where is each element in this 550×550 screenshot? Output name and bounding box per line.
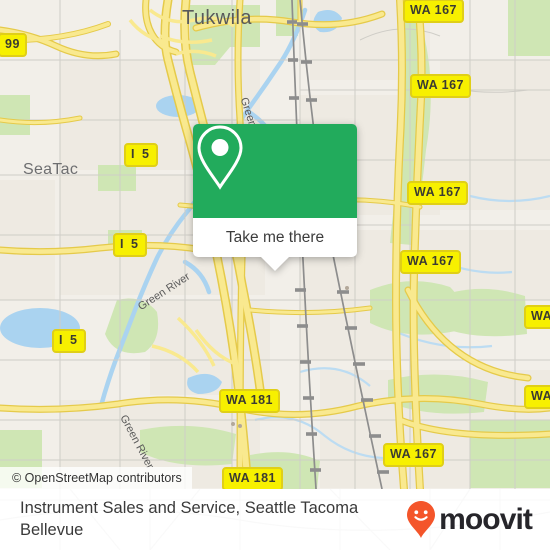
map-pin-icon [197,125,243,190]
moovit-smiley-pin-icon [407,500,436,538]
screenshot-root: Tukwila SeaTac Green Green River Green R… [0,0,550,550]
highway-shield-wa-right-2[interactable]: WA [524,385,550,409]
map-canvas[interactable]: Tukwila SeaTac Green Green River Green R… [0,0,550,489]
destination-popup-card[interactable]: Take me there [193,124,357,271]
footer-bar: Instrument Sales and Service, Seattle Ta… [0,489,550,550]
take-me-there-label: Take me there [225,228,325,246]
highway-shield-wa181-2[interactable]: WA 181 [222,467,284,489]
highway-shield-i5-2[interactable]: I 5 [113,233,147,257]
highway-shield-wa-right-1[interactable]: WA [524,305,550,329]
highway-shield-i5-1[interactable]: I 5 [124,143,158,167]
popup-card-footer[interactable]: Take me there [193,218,357,257]
osm-attribution[interactable]: © OpenStreetMap contributors [0,467,192,489]
highway-shield-wa167-1[interactable]: WA 167 [403,0,465,23]
popup-card-tail [261,257,289,271]
moovit-wordmark: moovit [439,502,533,536]
highway-shield-wa167-2[interactable]: WA 167 [410,74,472,98]
place-title: Instrument Sales and Service, Seattle Ta… [20,499,359,539]
highway-shield-wa167-5[interactable]: WA 167 [383,443,445,467]
highway-shield-wa181-1[interactable]: WA 181 [219,389,281,413]
highway-shield-i5-3[interactable]: I 5 [52,329,86,353]
popup-card-header [193,124,357,218]
moovit-logo[interactable]: moovit [406,500,533,540]
highway-shield-wa167-3[interactable]: WA 167 [407,181,469,205]
highway-shield-99[interactable]: 99 [0,33,27,57]
highway-shield-wa167-4[interactable]: WA 167 [400,250,462,274]
